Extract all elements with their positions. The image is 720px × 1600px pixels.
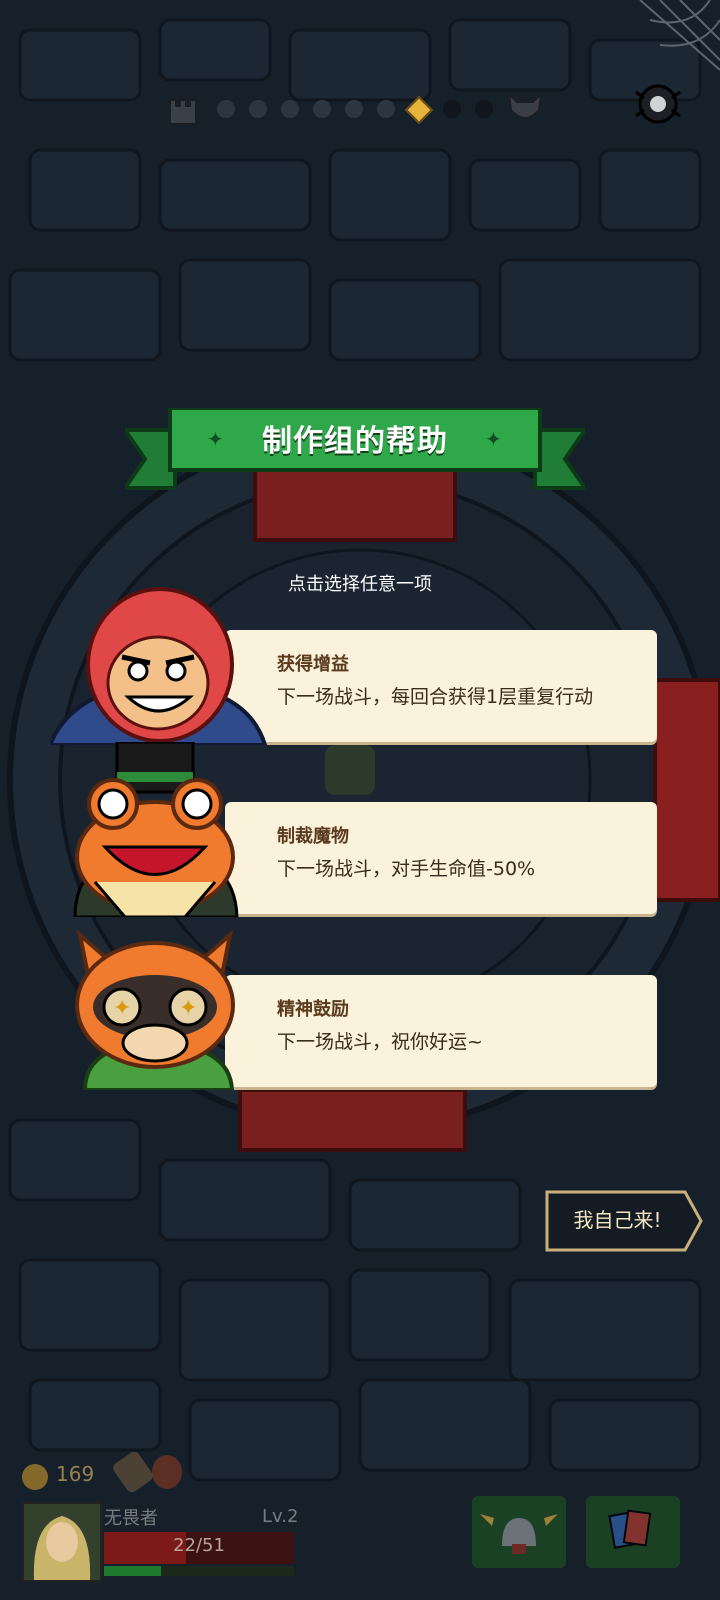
option-description: 下一场战斗，对手生命值-50% <box>277 858 536 880</box>
hero-avatar[interactable] <box>22 1502 102 1582</box>
winged-helmet-icon <box>480 1514 558 1554</box>
option-title: 精神鼓励 <box>277 999 349 1020</box>
stage-node <box>443 100 461 118</box>
hero-name: 无畏者 <box>104 1508 158 1529</box>
coin-icon <box>22 1464 48 1490</box>
option-card-buff[interactable]: 获得增益 下一场战斗，每回合获得1层重复行动 <box>225 630 657 742</box>
xp-bar-fill <box>104 1566 161 1576</box>
do-it-myself-button[interactable]: 我自己来! <box>555 1204 680 1233</box>
raccoon-icon: ✦ ✦ <box>60 925 250 1092</box>
option-card-weaken-monster[interactable]: 制裁魔物 下一场战斗，对手生命值-50% <box>225 802 657 914</box>
cards-button[interactable] <box>586 1496 680 1568</box>
stage-node <box>345 100 363 118</box>
settings-gear-icon[interactable] <box>632 78 684 130</box>
stage-node <box>281 100 299 118</box>
svg-text:✦: ✦ <box>113 996 131 1021</box>
current-stage-marker <box>404 95 434 125</box>
option-card-spirit-boost[interactable]: 精神鼓励 下一场战斗，祝你好运~ <box>225 975 657 1087</box>
stage-progress <box>165 88 555 128</box>
stage-node <box>377 100 395 118</box>
option-description: 下一场战斗，祝你好运~ <box>277 1031 483 1053</box>
frog-tophat-icon <box>65 740 245 919</box>
stage-node <box>217 100 235 118</box>
svg-text:✦: ✦ <box>179 996 197 1021</box>
red-gorilla-icon <box>47 585 270 747</box>
hero-level: Lv.2 <box>262 1506 299 1527</box>
option-description: 下一场战斗，每回合获得1层重复行动 <box>277 686 594 708</box>
option-title: 制裁魔物 <box>277 826 349 847</box>
banner-title: 制作组的帮助 <box>262 424 448 459</box>
meat-item-icon <box>152 1455 182 1489</box>
equipment-button[interactable] <box>472 1496 566 1568</box>
option-title: 获得增益 <box>277 654 349 675</box>
cards-icon <box>608 1509 652 1549</box>
xp-bar <box>104 1566 294 1576</box>
demon-skull-icon <box>505 90 545 126</box>
stage-node <box>475 100 493 118</box>
coin-count: 169 <box>56 1462 95 1486</box>
stage-node <box>313 100 331 118</box>
hp-text: 22/51 <box>173 1535 225 1556</box>
stage-node <box>249 100 267 118</box>
